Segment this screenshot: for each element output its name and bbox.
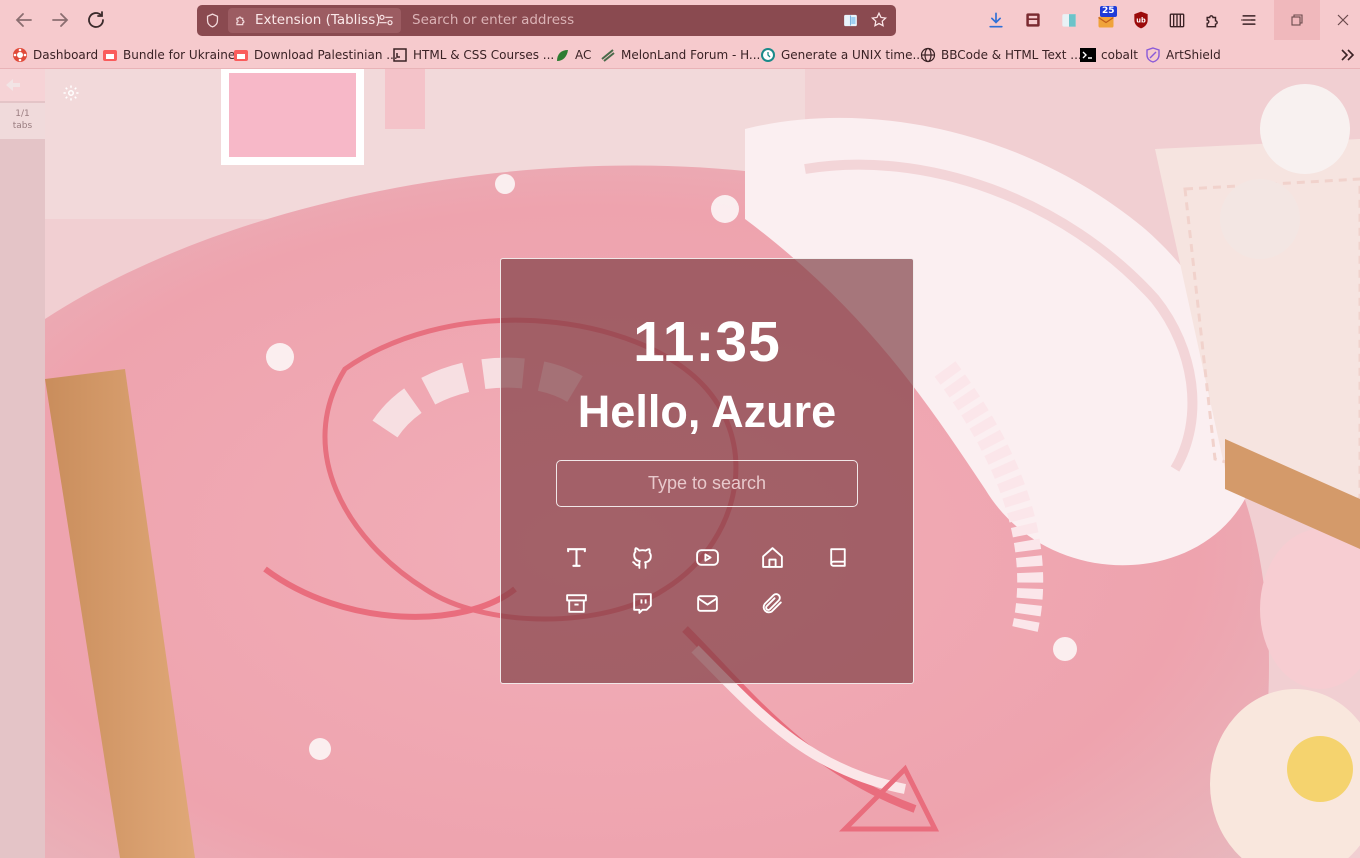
sidebar-collapse-icon[interactable] — [4, 77, 22, 93]
close-icon — [1337, 14, 1349, 25]
home-icon — [761, 546, 783, 568]
tab-count-unit: tabs — [12, 121, 33, 131]
container-icon[interactable] — [1059, 10, 1079, 30]
clock-favicon-icon — [761, 48, 775, 62]
github-icon — [631, 546, 652, 569]
arrow-right-icon — [52, 13, 69, 27]
quick-link-github[interactable] — [624, 539, 660, 575]
quick-link-twitch[interactable] — [624, 585, 660, 621]
restore-button[interactable] — [1274, 0, 1320, 40]
bookmark-label: AC — [575, 48, 592, 62]
bookmark-melonland[interactable]: MelonLand Forum - H... — [600, 45, 760, 65]
arrow-left-icon — [15, 13, 32, 27]
quick-links — [558, 539, 858, 639]
tabs-sidebar: 1/1 tabs — [0, 69, 45, 858]
greeting-message: Hello, Azure — [577, 386, 837, 437]
reader-view-icon[interactable] — [842, 12, 859, 29]
melon-favicon-icon — [601, 49, 615, 62]
bookmark-label: Dashboard — [33, 48, 99, 62]
puzzle-icon — [236, 16, 245, 26]
youtube-icon — [695, 548, 719, 566]
search-input[interactable] — [556, 460, 858, 507]
paperclip-icon — [762, 592, 782, 613]
sidebar-tab-count: 1/1 tabs — [0, 103, 45, 139]
bookmark-label: cobalt — [1101, 48, 1138, 62]
bookmark-download-palestinian[interactable]: Download Palestinian ... — [233, 45, 398, 65]
quick-link-home[interactable] — [754, 539, 790, 575]
minimize-icon — [1241, 18, 1251, 21]
forward-button[interactable] — [48, 8, 72, 32]
bookmark-label: Bundle for Ukraine — [123, 48, 236, 62]
reload-icon — [88, 11, 104, 28]
quick-link-type[interactable] — [558, 539, 594, 575]
bookmark-label: MelonLand Forum - H... — [621, 48, 761, 62]
extension-label: Extension (Tabliss) — [255, 12, 381, 28]
minimize-button[interactable] — [1223, 0, 1269, 40]
quick-link-youtube[interactable] — [689, 539, 725, 575]
ublock-icon[interactable]: ub — [1131, 10, 1151, 30]
extensions-puzzle-icon[interactable] — [1203, 10, 1223, 30]
bookmark-label: Download Palestinian ... — [254, 48, 398, 62]
leaf-favicon-icon — [557, 50, 568, 61]
reload-button[interactable] — [84, 8, 108, 32]
tab-count-value: 1/1 — [15, 109, 30, 119]
bookmark-ac[interactable]: AC — [554, 45, 591, 65]
itch-favicon-icon — [234, 50, 248, 61]
bookmark-cobalt[interactable]: cobalt — [1080, 45, 1138, 65]
itch-favicon-icon — [103, 50, 117, 61]
extension-identity-pill[interactable]: Extension (Tabliss) — [228, 8, 401, 33]
extension-badge: 25 — [1100, 6, 1117, 17]
browser-toolbar: Extension (Tabliss) Search or enter addr… — [0, 0, 1360, 40]
bookmark-artshield[interactable]: ArtShield — [1145, 45, 1221, 65]
bookmark-label: HTML & CSS Courses ... — [413, 48, 555, 62]
quick-link-attachment[interactable] — [754, 585, 790, 621]
terminal-favicon-icon — [1080, 48, 1096, 62]
quick-link-mail[interactable] — [689, 585, 725, 621]
type-icon — [566, 547, 586, 567]
course-favicon-icon — [393, 48, 407, 62]
bookmark-star-icon[interactable] — [870, 11, 888, 29]
globe-favicon-icon — [920, 47, 936, 63]
bookmark-label: Generate a UNIX time... — [781, 48, 924, 62]
back-button[interactable] — [12, 8, 36, 32]
bookmark-bundle-ukraine[interactable]: Bundle for Ukraine — [102, 45, 235, 65]
library-icon[interactable] — [1023, 10, 1043, 30]
restore-icon — [1291, 13, 1303, 26]
twitch-icon — [632, 592, 652, 614]
bookmark-label: BBCode & HTML Text ... — [941, 48, 1082, 62]
close-window-button[interactable] — [1320, 0, 1360, 40]
download-icon[interactable] — [986, 10, 1006, 30]
bookmark-label: ArtShield — [1166, 48, 1221, 62]
quick-link-archive[interactable] — [558, 585, 594, 621]
sidebar-header[interactable] — [0, 69, 45, 101]
bookmark-bbcode[interactable]: BBCode & HTML Text ... — [920, 45, 1082, 65]
bookmark-unix-time[interactable]: Generate a UNIX time... — [760, 45, 924, 65]
dashboard-favicon-icon — [13, 48, 27, 62]
address-input[interactable]: Search or enter address — [412, 12, 574, 28]
archive-icon — [565, 593, 587, 613]
tabliss-widget-panel: 11:35 Hello, Azure — [500, 258, 914, 684]
bookmarks-toolbar: Dashboard Bundle for Ukraine Download Pa… — [0, 40, 1360, 69]
settings-gear-icon[interactable] — [62, 84, 80, 102]
svg-text:ub: ub — [1136, 17, 1146, 25]
bookmark-html-css-courses[interactable]: HTML & CSS Courses ... — [392, 45, 554, 65]
chevron-double-right-icon[interactable] — [1338, 46, 1356, 64]
clock-time: 11:35 — [633, 310, 781, 374]
book-icon — [829, 547, 846, 567]
permissions-icon[interactable] — [378, 13, 394, 27]
shield-favicon-icon — [1146, 47, 1160, 63]
bookmark-dashboard[interactable]: Dashboard — [12, 45, 98, 65]
archive-extension-icon[interactable] — [1167, 10, 1187, 30]
mail-icon — [696, 594, 718, 612]
shield-icon[interactable] — [204, 12, 221, 29]
quick-link-book[interactable] — [820, 539, 856, 575]
address-bar[interactable]: Extension (Tabliss) Search or enter addr… — [197, 5, 896, 36]
